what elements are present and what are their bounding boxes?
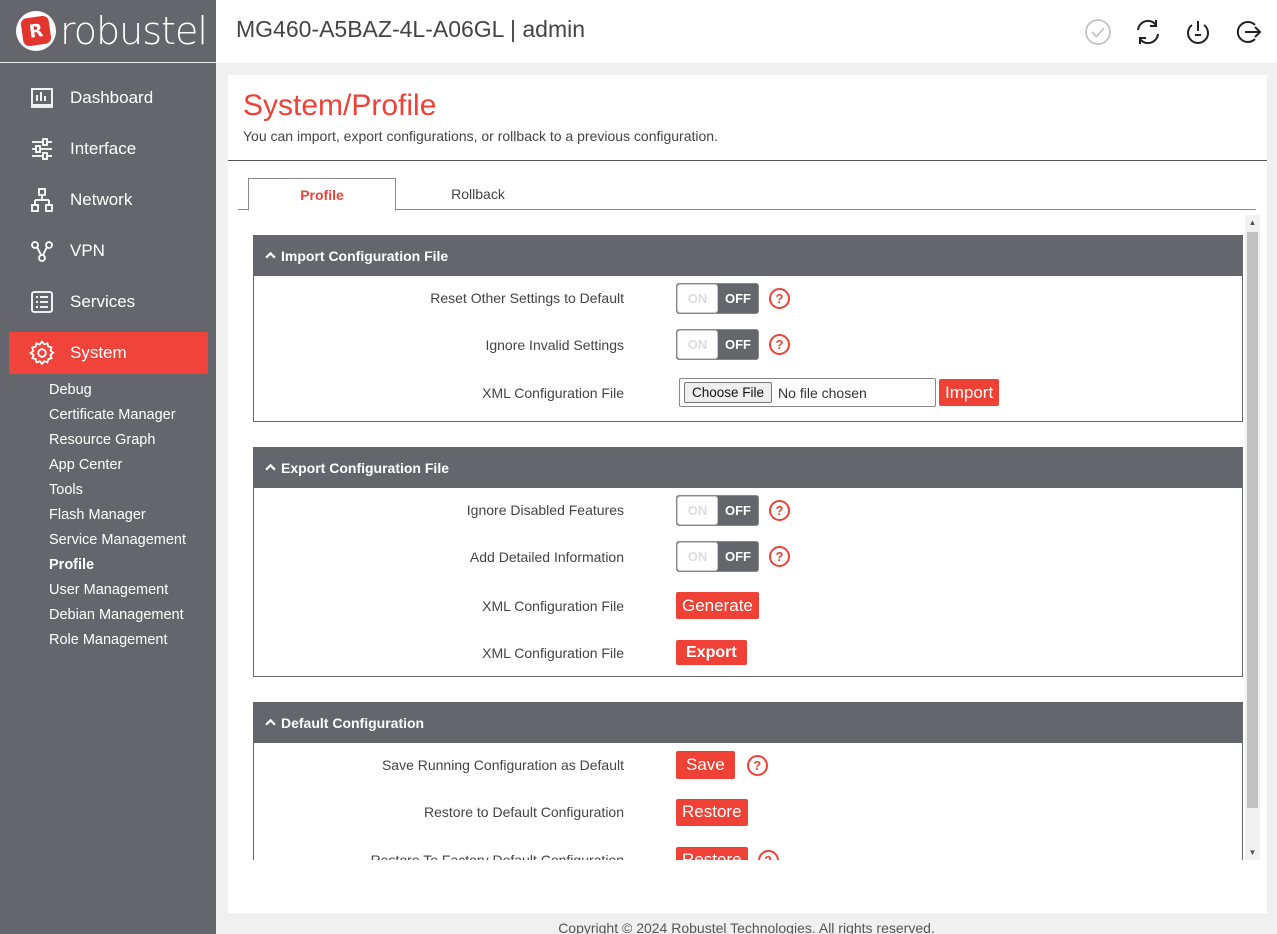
main-panel: System/Profile You can import, export co… xyxy=(228,75,1267,913)
subnav-item-user-management[interactable]: User Management xyxy=(0,578,216,603)
subnav-item-certificate-manager[interactable]: Certificate Manager xyxy=(0,403,216,428)
export-config-section: Export Configuration File Ignore Disable… xyxy=(253,447,1243,677)
sidebar-item-vpn[interactable]: VPN xyxy=(9,230,208,272)
tab-profile[interactable]: Profile xyxy=(248,178,396,211)
generate-button[interactable]: Generate xyxy=(676,592,759,619)
help-icon[interactable]: ? xyxy=(769,287,790,309)
chevron-up-icon xyxy=(265,250,276,261)
chevron-up-icon xyxy=(265,462,276,473)
ignore-invalid-settings-row: Ignore Invalid Settings ON OFF ? xyxy=(254,320,1242,369)
restore-default-row: Restore to Default Configuration Restore xyxy=(254,787,1242,837)
ignore-disabled-features-row: Ignore Disabled Features ON OFF ? xyxy=(254,488,1242,532)
dashboard-icon xyxy=(29,85,55,111)
subnav-item-resource-graph[interactable]: Resource Graph xyxy=(0,428,216,453)
sidebar-item-system[interactable]: System xyxy=(9,332,208,374)
add-detailed-info-toggle[interactable]: ON OFF xyxy=(676,541,759,572)
import-button[interactable]: Import xyxy=(939,379,1000,406)
xml-export-row: XML Configuration File Export xyxy=(254,630,1242,675)
logo-mark-icon: R xyxy=(16,11,56,51)
sidebar-item-network[interactable]: Network xyxy=(9,179,208,221)
restore-factory-button[interactable]: Restore xyxy=(676,846,748,860)
sidebar-item-label: System xyxy=(70,343,127,362)
subnav-item-service-management[interactable]: Service Management xyxy=(0,528,216,553)
xml-generate-row: XML Configuration File Generate xyxy=(254,581,1242,630)
logo: R robustel xyxy=(0,0,216,63)
restore-factory-row: Restore To Factory Default Configuration… xyxy=(254,837,1242,860)
refresh-icon[interactable] xyxy=(1133,17,1163,47)
system-subnav: Debug Certificate Manager Resource Graph… xyxy=(0,378,216,653)
default-section-header[interactable]: Default Configuration xyxy=(254,702,1242,743)
power-icon[interactable] xyxy=(1183,17,1213,47)
import-config-section: Import Configuration File Reset Other Se… xyxy=(253,235,1243,422)
vpn-icon xyxy=(29,238,55,264)
scroll-up-arrow-icon[interactable]: ▲ xyxy=(1245,215,1260,230)
help-icon[interactable]: ? xyxy=(769,334,790,355)
check-circle-icon[interactable] xyxy=(1083,17,1113,47)
services-icon xyxy=(29,289,55,315)
export-button[interactable]: Export xyxy=(676,640,747,665)
add-detailed-info-row: Add Detailed Information ON OFF ? xyxy=(254,532,1242,581)
sidebar-item-label: Network xyxy=(70,190,133,209)
logout-icon[interactable] xyxy=(1233,17,1263,47)
help-icon[interactable]: ? xyxy=(746,754,768,776)
sliders-icon xyxy=(29,136,55,162)
vertical-scrollbar[interactable]: ▲ ▼ xyxy=(1245,215,1260,860)
subnav-item-profile[interactable]: Profile xyxy=(0,553,216,578)
top-header: MG460-A5BAZ-4L-A06GL | admin xyxy=(216,0,1277,63)
device-title: MG460-A5BAZ-4L-A06GL | admin xyxy=(236,16,585,42)
network-icon xyxy=(29,187,55,213)
export-section-header[interactable]: Export Configuration File xyxy=(254,447,1242,488)
save-button[interactable]: Save xyxy=(676,751,735,779)
subnav-item-flash-manager[interactable]: Flash Manager xyxy=(0,503,216,528)
restore-button[interactable]: Restore xyxy=(676,798,748,826)
sidebar-item-label: Dashboard xyxy=(70,88,154,107)
logo-text: robustel xyxy=(60,9,208,53)
default-config-section: Default Configuration Save Running Confi… xyxy=(253,702,1243,860)
subnav-item-role-management[interactable]: Role Management xyxy=(0,628,216,653)
save-default-row: Save Running Configuration as Default Sa… xyxy=(254,743,1242,787)
sidebar-item-services[interactable]: Services xyxy=(9,281,208,323)
scroll-thumb[interactable] xyxy=(1247,232,1258,808)
tab-rollback[interactable]: Rollback xyxy=(403,178,553,210)
page-description: You can import, export configurations, o… xyxy=(243,128,718,144)
sidebar-item-label: Services xyxy=(70,292,136,311)
footer: Copyright © 2024 Robustel Technologies. … xyxy=(558,920,935,934)
subnav-item-tools[interactable]: Tools xyxy=(0,478,216,503)
tab-bar: Profile Rollback xyxy=(238,178,1256,211)
choose-file-button[interactable]: Choose File xyxy=(684,382,773,403)
help-icon[interactable]: ? xyxy=(769,499,790,521)
chevron-up-icon xyxy=(265,717,276,728)
help-icon[interactable]: ? xyxy=(757,849,779,860)
sidebar-item-label: VPN xyxy=(70,241,105,260)
sidebar-item-interface[interactable]: Interface xyxy=(9,128,208,170)
sidebar-item-label: Interface xyxy=(70,139,137,158)
gear-icon xyxy=(29,340,55,366)
sidebar-item-dashboard[interactable]: Dashboard xyxy=(9,77,208,119)
page-title: System/Profile xyxy=(243,89,437,122)
file-status: No file chosen xyxy=(778,384,867,401)
subnav-item-app-center[interactable]: App Center xyxy=(0,453,216,478)
help-icon[interactable]: ? xyxy=(769,546,790,567)
reset-other-settings-toggle[interactable]: ON OFF xyxy=(676,282,759,314)
reset-other-settings-row: Reset Other Settings to Default ON OFF ? xyxy=(254,276,1242,320)
content-scroll-area: Import Configuration File Reset Other Se… xyxy=(253,219,1253,860)
ignore-invalid-settings-toggle[interactable]: ON OFF xyxy=(676,329,759,360)
sidebar: R robustel Dashboard Interface Network V… xyxy=(0,0,216,934)
header-actions xyxy=(1083,17,1263,47)
divider xyxy=(228,160,1267,161)
scroll-down-arrow-icon[interactable]: ▼ xyxy=(1245,845,1260,860)
ignore-disabled-features-toggle[interactable]: ON OFF xyxy=(676,494,759,526)
import-section-header[interactable]: Import Configuration File xyxy=(254,235,1242,276)
file-input[interactable]: Choose File No file chosen xyxy=(679,378,936,407)
subnav-item-debian-management[interactable]: Debian Management xyxy=(0,603,216,628)
subnav-item-debug[interactable]: Debug xyxy=(0,378,216,403)
main-nav: Dashboard Interface Network VPN Services xyxy=(0,77,216,374)
xml-import-row: XML Configuration File Choose File No fi… xyxy=(254,369,1242,416)
